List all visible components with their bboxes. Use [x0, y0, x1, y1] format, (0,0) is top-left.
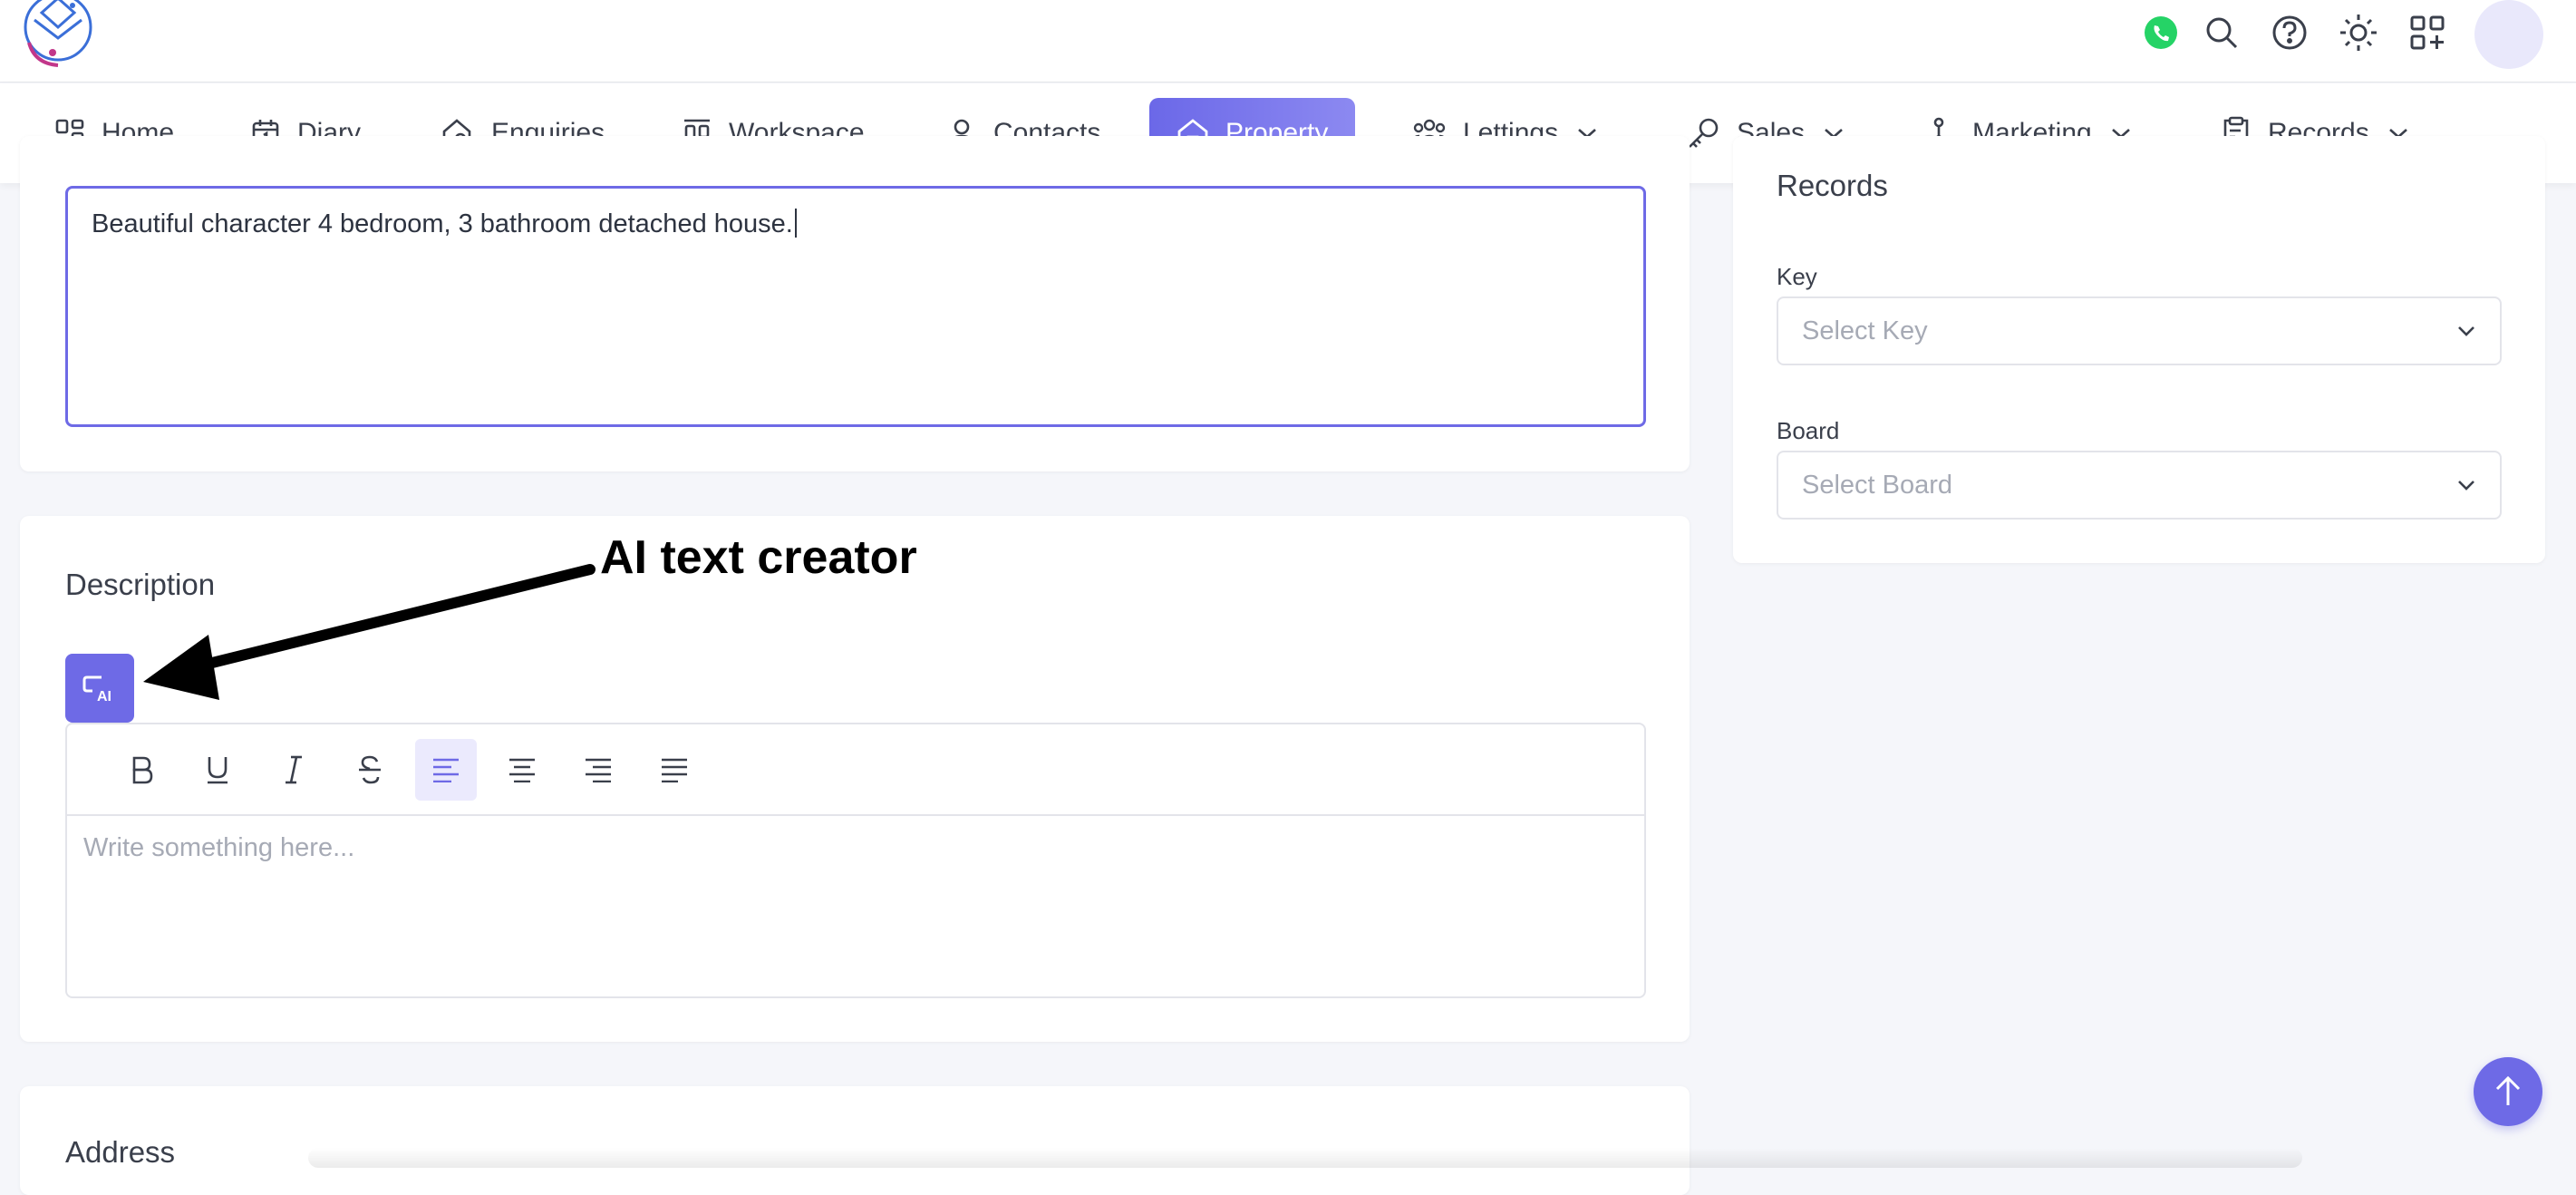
annotation-label: AI text creator — [600, 531, 917, 584]
arrow-up-icon — [2495, 1075, 2521, 1105]
bottom-shadow — [308, 1148, 2302, 1168]
scroll-to-top-button[interactable] — [2474, 1057, 2542, 1126]
annotation-arrow — [143, 564, 596, 700]
